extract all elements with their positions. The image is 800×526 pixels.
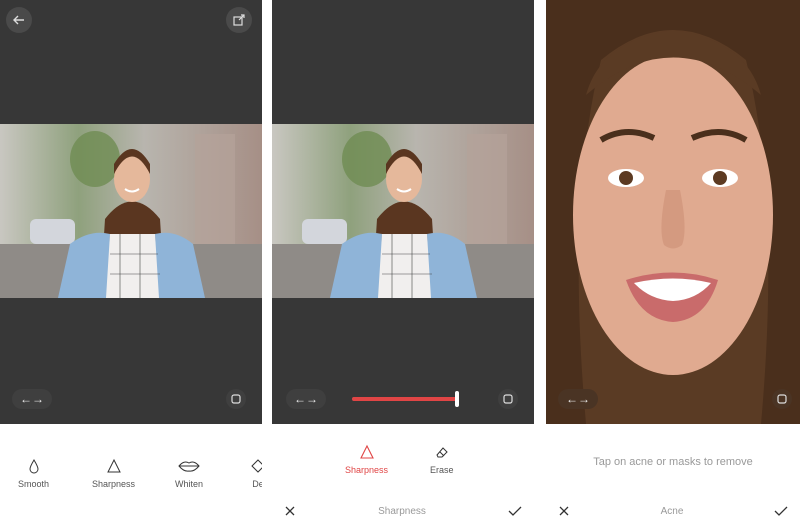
portrait-photo[interactable] [0,124,262,298]
compare-toggle[interactable]: ←→ [286,389,326,409]
tool-sharpness[interactable]: Sharpness [92,458,135,489]
tool-label: Erase [430,465,454,475]
layers-icon [503,394,513,404]
tool-strip: Smooth Sharpness Whiten De [0,424,262,526]
closeup-face-photo[interactable] [546,0,800,424]
confirm-button[interactable] [508,505,522,517]
slider-fill [352,397,457,401]
confirm-button[interactable] [774,505,788,517]
layers-icon [231,394,241,404]
image-viewer: ←→ [546,0,800,424]
diamond-icon [251,459,262,473]
layers-button[interactable] [498,389,518,409]
slider-thumb[interactable] [455,391,459,407]
layers-icon [777,394,787,404]
compare-arrows-icon: ←→ [294,392,318,406]
editor-panel-main: ←→ Smooth Sharpness Whiten De [0,0,262,526]
tool-smooth[interactable]: Smooth [18,458,49,489]
image-viewer: ←→ [0,0,262,424]
layers-button[interactable] [772,389,792,409]
tool-sharpness[interactable]: Sharpness [345,444,388,475]
bottom-title: Acne [660,505,684,517]
tool-de[interactable]: De [250,458,262,489]
tool-label: De [252,479,262,489]
bottom-action-bar: Acne [546,496,800,526]
portrait-photo[interactable] [272,124,534,298]
external-edit-icon [233,14,245,26]
eraser-icon [436,447,448,458]
bottom-action-bar: Sharpness [272,496,534,526]
image-viewer: ←→ [272,0,534,424]
tool-label: Sharpness [345,465,389,475]
arrow-left-icon [13,15,24,25]
share-button[interactable] [226,7,252,33]
close-icon [559,506,569,516]
triangle-icon [106,458,121,473]
cancel-button[interactable] [284,505,296,517]
close-icon [285,506,295,516]
bottom-title: Sharpness [378,505,426,517]
intensity-slider[interactable] [352,391,459,407]
compare-toggle[interactable]: ←→ [558,389,598,409]
editor-panel-sharpness: ←→ Sharpness Erase Sharpness [272,0,534,526]
tool-label: Whiten [175,479,204,489]
tool-label: Smooth [18,479,50,489]
check-icon [508,506,522,516]
tool-label: Sharpness [92,479,136,489]
triangle-icon [359,444,374,459]
instruction-hint: Tap on acne or masks to remove [593,456,753,468]
droplet-icon [29,459,39,474]
editor-panel-acne: ←→ Tap on acne or masks to remove Acne [546,0,800,526]
back-button[interactable] [6,7,32,33]
compare-toggle[interactable]: ←→ [12,389,52,409]
layers-button[interactable] [226,389,246,409]
cancel-button[interactable] [558,505,570,517]
check-icon [774,506,788,516]
lips-icon [178,461,200,472]
tool-erase[interactable]: Erase [430,444,454,475]
compare-arrows-icon: ←→ [566,392,590,406]
tool-whiten[interactable]: Whiten [175,458,203,489]
compare-arrows-icon: ←→ [20,392,44,406]
